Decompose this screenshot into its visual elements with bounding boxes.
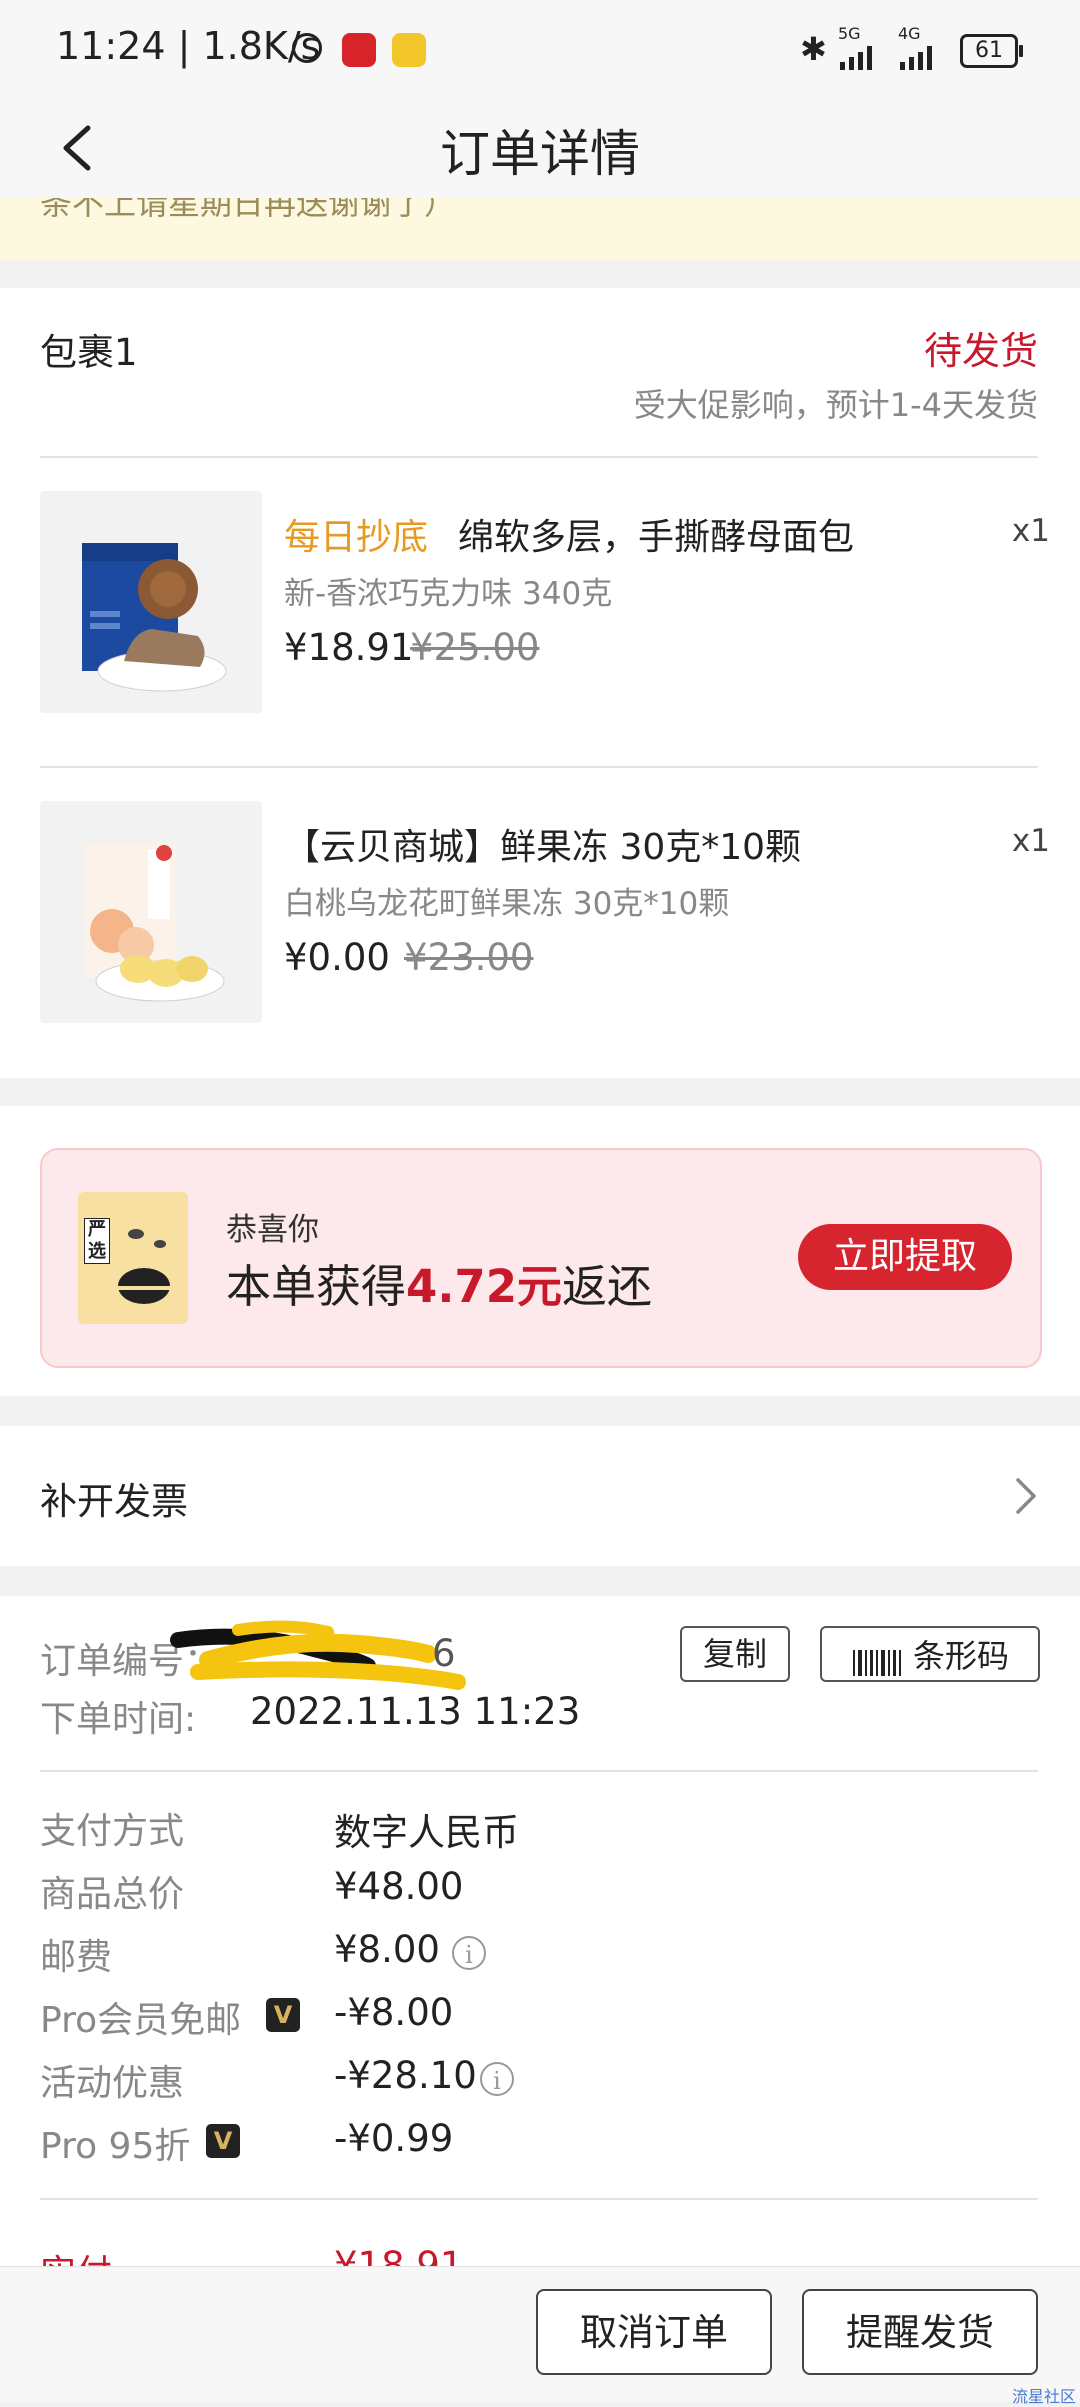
product-item[interactable]: 【云贝商城】鲜果冻 30克*10颗 x1 白桃乌龙花町鲜果冻 30克*10颗 ¥…	[0, 768, 1080, 1076]
barcode-label: 条形码	[912, 1637, 1009, 1675]
pro-vip-icon: V	[206, 2124, 240, 2158]
product-original-price: ¥25.00	[410, 626, 540, 669]
copy-button[interactable]: 复制	[680, 1626, 790, 1682]
order-notice: 条不上请星期日再送谢谢了）	[0, 198, 1080, 260]
subtotal-label: 商品总价	[40, 1874, 185, 1915]
net1-label: 5G	[838, 24, 861, 43]
reward-text-after: 返还	[562, 1260, 653, 1313]
order-number-row: 订单编号： 6 复制 条形码	[40, 1620, 1040, 1690]
promotion-label: 活动优惠	[40, 2063, 185, 2104]
pro-discount-label: Pro 95折	[40, 2126, 191, 2167]
shipping-value: ¥8.00	[334, 1928, 440, 1971]
info-icon[interactable]: i	[480, 2062, 514, 2096]
remind-shipping-button[interactable]: 提醒发货	[802, 2289, 1038, 2375]
reward-message: 本单获得4.72元返还	[226, 1250, 652, 1315]
net2-label: 4G	[898, 24, 921, 43]
shipping-label: 邮费	[40, 1937, 113, 1978]
order-info-section: 订单编号： 6 复制 条形码 下单时间: 2022.11.13 11:23 支付…	[0, 1596, 1080, 2266]
payment-method-value: 数字人民币	[334, 1811, 519, 1854]
invoice-row[interactable]: 补开发票	[0, 1426, 1080, 1566]
product-image	[40, 801, 262, 1023]
paid-value: ¥18.91	[334, 2244, 464, 2266]
delivery-delay-note: 受大促影响，预计1-4天发货	[633, 386, 1038, 424]
product-spec: 白桃乌龙花町鲜果冻 30克*10颗	[284, 886, 730, 922]
shield-app-icon	[392, 33, 426, 67]
divider	[40, 1770, 1038, 1772]
bluetooth-icon: ✱	[800, 30, 827, 68]
reward-greeting: 恭喜你	[226, 1212, 319, 1248]
product-image	[40, 491, 262, 713]
product-item[interactable]: 每日抄底 绵软多层，手撕酵母面包 x1 新-香浓巧克力味 340克 ¥18.91…	[0, 458, 1080, 766]
paid-label: 实付:	[40, 2244, 124, 2266]
product-title: 绵软多层，手撕酵母面包	[458, 517, 855, 558]
package-status: 待发货	[923, 329, 1038, 373]
pro-vip-icon: V	[266, 1998, 300, 2032]
signal-icon-2	[898, 44, 942, 70]
payment-method-label: 支付方式	[40, 1811, 185, 1852]
product-original-price: ¥23.00	[404, 936, 534, 979]
product-tag: 每日抄底	[284, 517, 429, 558]
barcode-icon	[851, 1641, 907, 1676]
cashback-card: 严选 恭喜你 本单获得4.72元返还 立即提取	[40, 1148, 1042, 1368]
battery-icon: 61	[960, 34, 1023, 68]
product-title: 【云贝商城】鲜果冻 30克*10颗	[284, 827, 802, 868]
pro-free-shipping-label: Pro会员免邮	[40, 2000, 242, 2041]
cashback-section: 严选 恭喜你 本单获得4.72元返还 立即提取	[0, 1106, 1080, 1396]
package-card: 包裹1 待发货 受大促影响，预计1-4天发货 每日抄底 绵软多层，手撕酵母面包 …	[0, 288, 1080, 1078]
alarm-icon	[292, 33, 322, 63]
reward-amount: 4.72元	[406, 1260, 563, 1313]
app-header: 订单详情	[0, 100, 1080, 199]
chevron-right-icon	[1010, 1474, 1040, 1518]
order-number-tail: 6	[432, 1632, 456, 1675]
product-spec: 新-香浓巧克力味 340克	[284, 576, 613, 612]
reward-text-before: 本单获得	[226, 1260, 407, 1313]
status-bar: 11:24 | 1.8K/s ✱ 5G 4G 61	[0, 0, 1080, 100]
product-price: ¥18.91	[284, 626, 414, 669]
cancel-order-button[interactable]: 取消订单	[536, 2289, 772, 2375]
page-title: 订单详情	[440, 125, 640, 183]
product-price: ¥0.00	[284, 936, 390, 979]
order-time-label: 下单时间:	[40, 1699, 197, 1740]
invoice-label: 补开发票	[40, 1480, 188, 1523]
divider	[40, 2198, 1038, 2200]
product-quantity: x1	[1011, 513, 1050, 549]
claim-cashback-button[interactable]: 立即提取	[798, 1224, 1012, 1290]
subtotal-value: ¥48.00	[334, 1865, 464, 1908]
app-notification-icon	[342, 33, 376, 67]
watermark: 流星社区	[1012, 2387, 1077, 2406]
signal-icon	[838, 44, 882, 70]
barcode-button[interactable]: 条形码	[820, 1626, 1040, 1682]
info-icon[interactable]: i	[452, 1936, 486, 1970]
promotion-value: -¥28.10	[334, 2054, 477, 2097]
package-name: 包裹1	[40, 331, 138, 374]
order-time-value: 2022.11.13 11:23	[250, 1690, 581, 1733]
product-quantity: x1	[1011, 823, 1050, 859]
status-time: 11:24 | 1.8K/s	[56, 24, 321, 68]
bottom-action-bar: 取消订单 提醒发货 流星社区	[0, 2266, 1080, 2406]
yanxuan-logo: 严选	[78, 1192, 188, 1324]
pro-discount-value: -¥0.99	[334, 2117, 454, 2160]
pro-free-shipping-value: -¥8.00	[334, 1991, 454, 2034]
notice-text: 条不上请星期日再送谢谢了）	[40, 198, 457, 222]
